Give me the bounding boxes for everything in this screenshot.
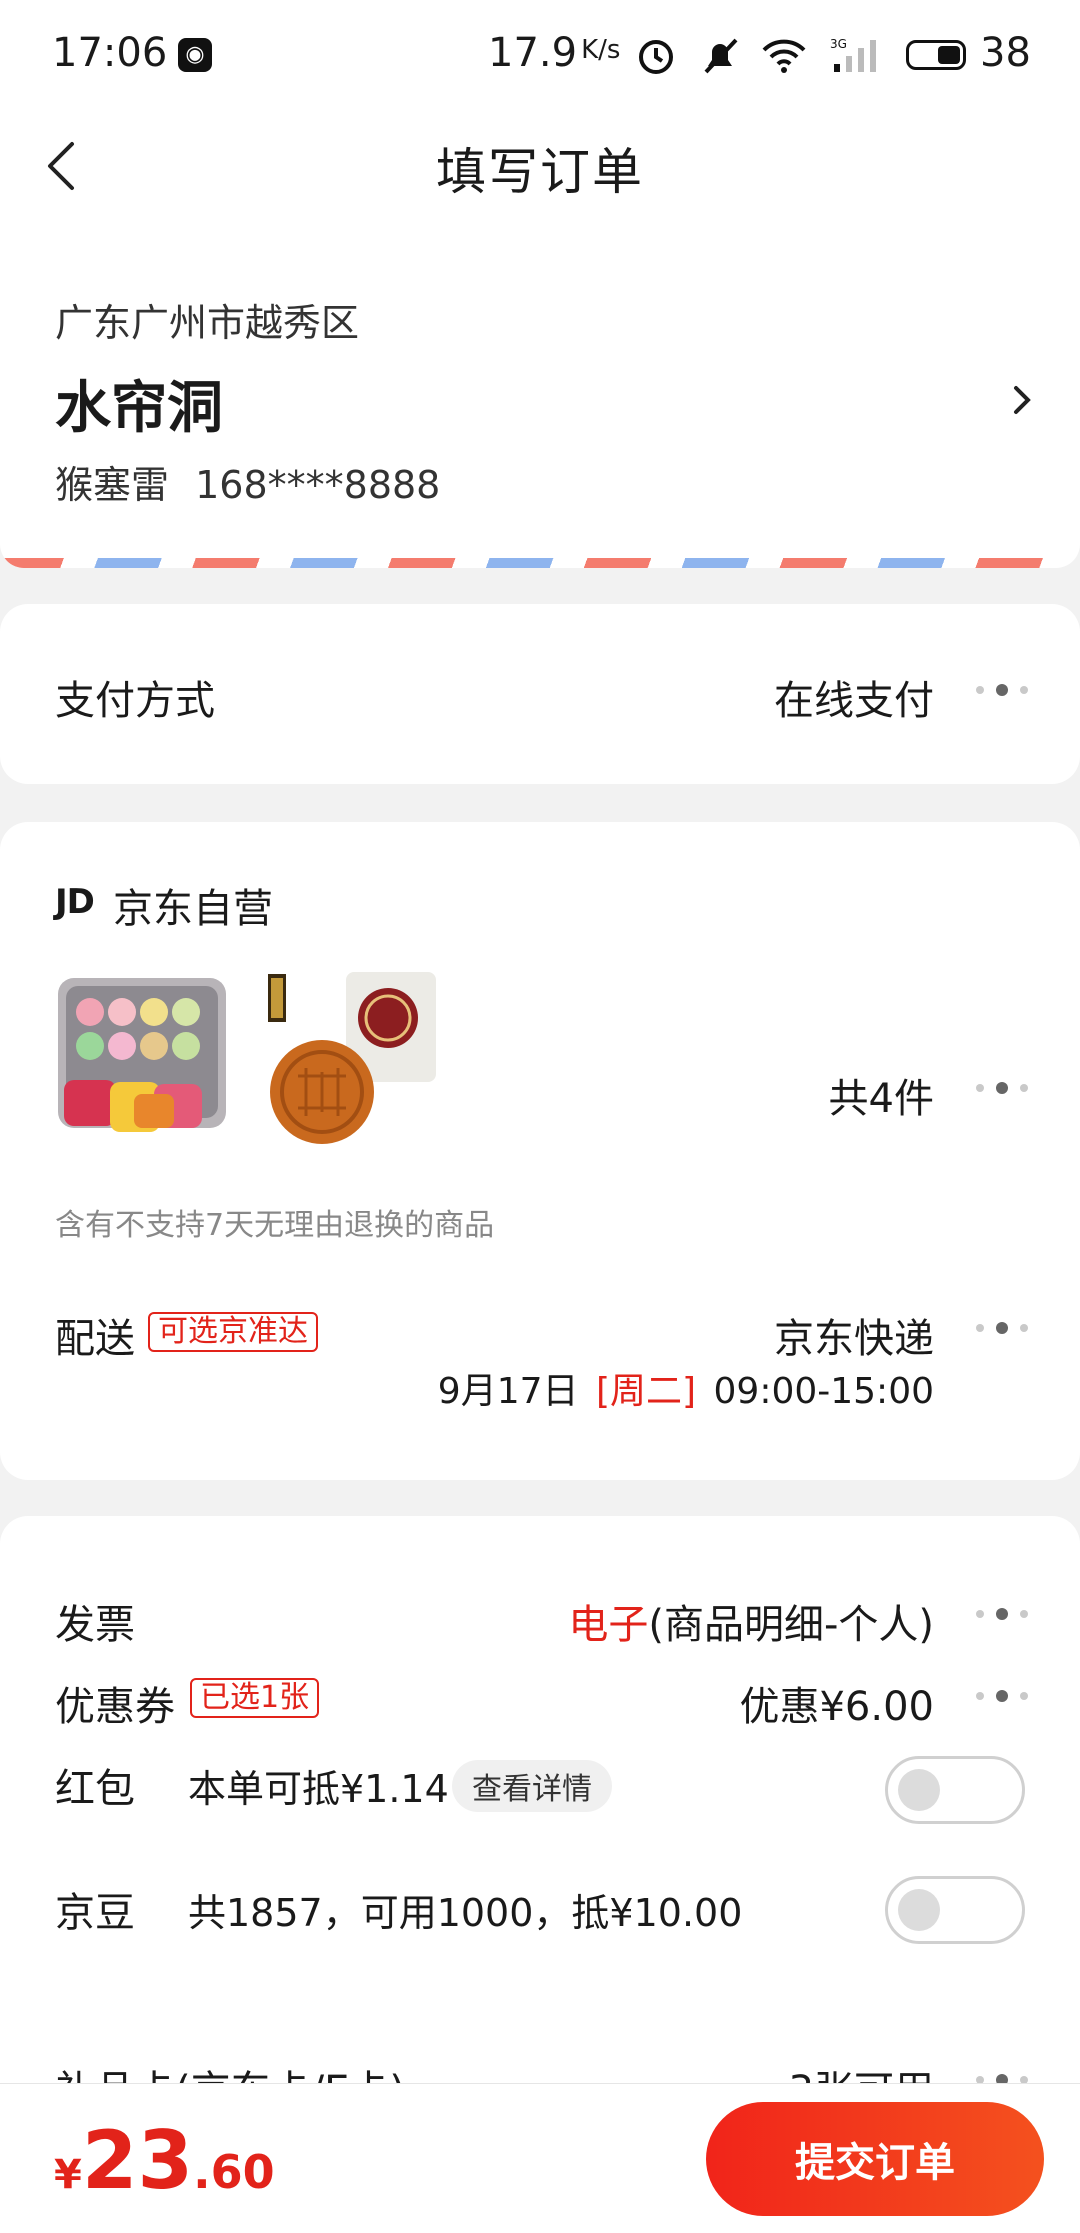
svg-text:3G: 3G [830, 37, 847, 51]
coupon-value[interactable]: 优惠¥6.00 [739, 1674, 934, 1732]
red-packet-toggle[interactable] [885, 1756, 1025, 1824]
coupon-selected-tag: 已选1张 [190, 1678, 320, 1718]
network-speed-value: 17.9 [488, 30, 578, 76]
total-decimal: .60 [193, 2145, 275, 2199]
invoice-detail: (商品明细-个人) [648, 1602, 934, 1648]
cell-signal-icon: 3G [830, 37, 876, 72]
header: 填写订单 [0, 112, 1080, 218]
mooncake-box-image[interactable] [50, 972, 230, 1152]
coupon-label: 优惠券 [55, 1684, 175, 1730]
invoice-value[interactable]: 电子(商品明细-个人) [568, 1592, 934, 1650]
mooncake-single-image[interactable] [262, 972, 442, 1152]
view-details-button[interactable]: 查看详情 [452, 1760, 612, 1812]
jd-beans-toggle[interactable] [885, 1876, 1025, 1944]
item-quantity: 共4件 [828, 1076, 934, 1122]
battery-level: 38 [980, 30, 1031, 76]
shop-card: JD 京东自营 共4件 含有不支持7天无理由退换的商品 配送 可选京准达 京东快… [0, 822, 1080, 1480]
submit-order-button[interactable]: 提交订单 [706, 2102, 1044, 2216]
status-time: 17:06 [52, 30, 168, 76]
total-integer: 23 [81, 2114, 194, 2207]
contact-name: 猴塞雷 [55, 463, 170, 507]
payment-value: 在线支付 [774, 678, 934, 724]
more-dots-icon[interactable] [976, 1608, 1028, 1620]
airmail-stripe [0, 558, 1080, 568]
jd-logo: JD [55, 882, 95, 922]
jd-beans-label: 京豆 [55, 1890, 135, 1936]
network-speed-unit: K/s [581, 35, 621, 65]
more-dots-icon[interactable] [976, 1082, 1028, 1094]
bottom-bar: ¥23.60 提交订单 [0, 2083, 1080, 2233]
delivery-label: 配送 [55, 1316, 135, 1362]
order-total: ¥23.60 [54, 2114, 275, 2207]
invoice-type: 电子 [568, 1602, 649, 1648]
invoice-label: 发票 [55, 1602, 135, 1648]
delivery-option-tag[interactable]: 可选京准达 [148, 1312, 318, 1352]
weibo-icon: ◉ [178, 38, 212, 72]
delivery-time: 9月17日 [周二] 09:00-15:00 [438, 1362, 934, 1414]
currency-symbol: ¥ [54, 2152, 82, 2198]
more-dots-icon[interactable] [976, 1690, 1028, 1702]
jd-beans-text: 共1857，可用1000，抵¥10.00 [188, 1891, 743, 1935]
alarm-icon [639, 40, 673, 74]
contact-phone: 168****8888 [195, 463, 441, 507]
network-speed: 17.9 K/s [488, 30, 620, 76]
page-title: 填写订单 [436, 143, 644, 201]
delivery-method[interactable]: 京东快递 [774, 1306, 934, 1364]
delivery-weekday: [周二] [595, 1371, 697, 1412]
red-packet-text: 本单可抵¥1.14 [188, 1767, 449, 1811]
wifi-icon [762, 39, 806, 73]
chevron-right-icon [1014, 386, 1031, 414]
address-name: 水帘洞 [55, 376, 223, 441]
status-bar: 17:06 ◉ 17.9 K/s 3G 38 [0, 0, 1080, 112]
address-contact: 猴塞雷 168****8888 [55, 454, 440, 509]
more-dots-icon[interactable] [976, 1322, 1028, 1334]
mute-bell-icon [704, 38, 738, 74]
address-card[interactable]: 广东广州市越秀区 水帘洞 猴塞雷 168****8888 [0, 218, 1080, 568]
return-policy-note: 含有不支持7天无理由退换的商品 [55, 1208, 495, 1243]
delivery-date: 9月17日 [437, 1371, 579, 1412]
delivery-time-range: 09:00-15:00 [713, 1371, 934, 1412]
payment-method-card[interactable]: 支付方式 在线支付 [0, 604, 1080, 784]
more-dots-icon[interactable] [976, 684, 1028, 696]
battery-icon [906, 40, 966, 70]
address-region: 广东广州市越秀区 [55, 301, 360, 345]
red-packet-label: 红包 [55, 1766, 135, 1812]
shop-name: 京东自营 [113, 886, 273, 932]
order-options-card: 发票 电子(商品明细-个人) 优惠券 已选1张 优惠¥6.00 红包 本单可抵¥… [0, 1516, 1080, 2136]
payment-label: 支付方式 [55, 678, 215, 724]
